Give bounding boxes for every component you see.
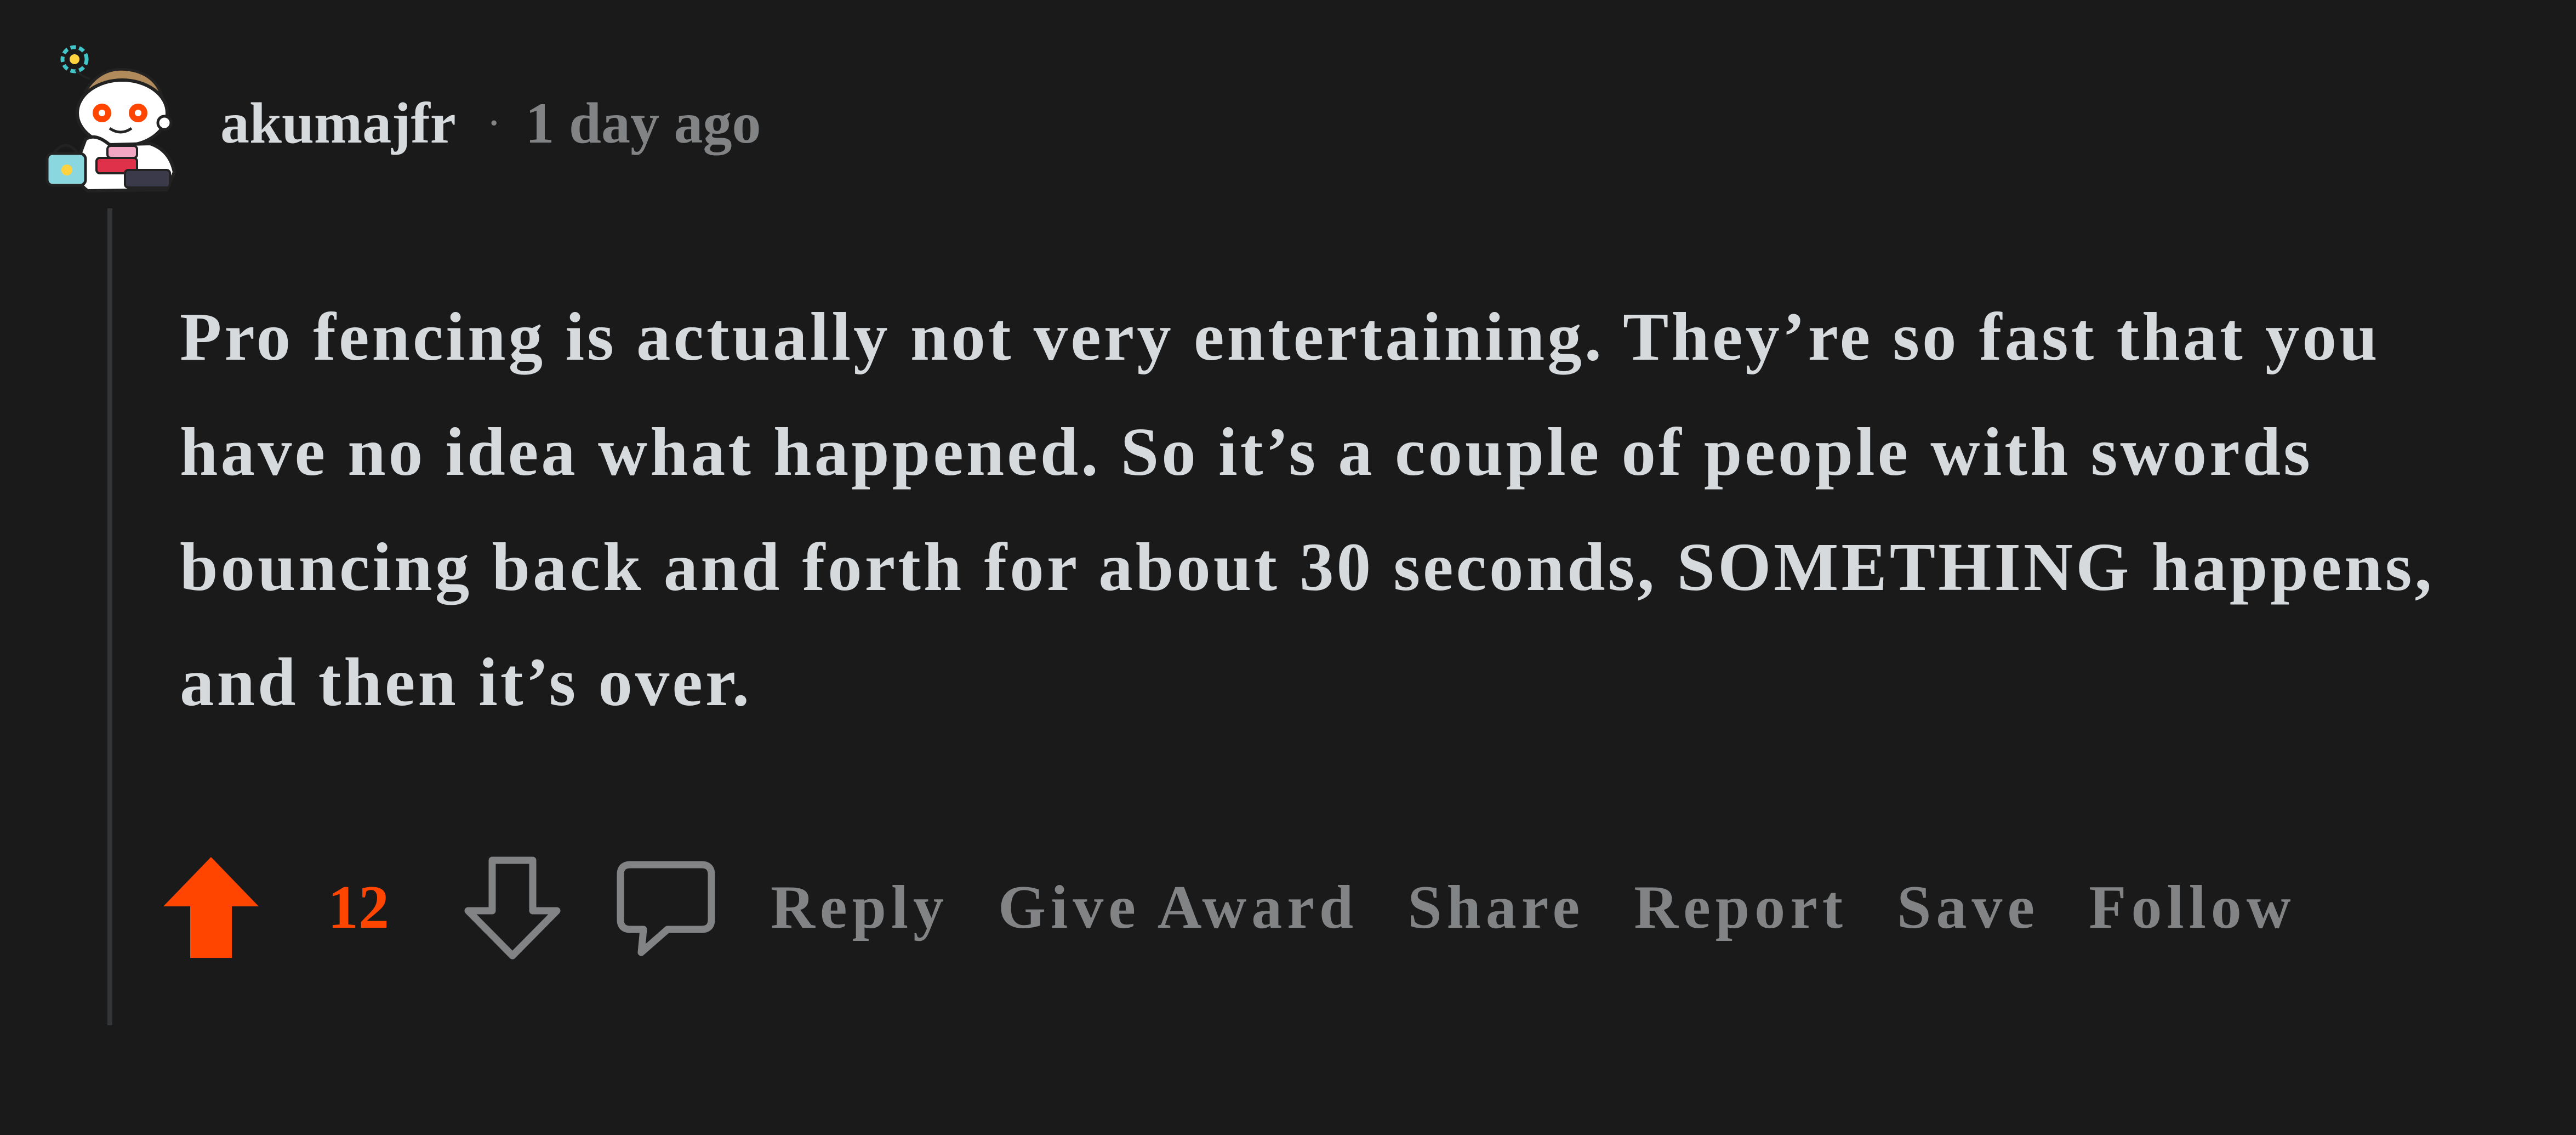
comment-meta: akumajfr · 1 day ago bbox=[220, 82, 761, 164]
report-button[interactable]: Report bbox=[1634, 872, 1848, 943]
follow-button[interactable]: Follow bbox=[2089, 872, 2296, 943]
user-avatar[interactable] bbox=[43, 43, 185, 196]
share-button[interactable]: Share bbox=[1407, 872, 1585, 943]
speech-bubble-icon bbox=[617, 861, 715, 956]
snoo-avatar-icon bbox=[45, 45, 176, 193]
thread-line[interactable] bbox=[107, 208, 112, 1025]
comment: akumajfr · 1 day ago Pro fencing is actu… bbox=[0, 0, 2576, 1135]
comment-action-bar: 12 Reply Give Award Share Report Save Fo… bbox=[159, 847, 2296, 968]
flower-icon bbox=[60, 45, 90, 80]
reply-button[interactable]: Reply bbox=[771, 872, 949, 943]
comment-timestamp[interactable]: 1 day ago bbox=[526, 90, 761, 157]
meta-separator: · bbox=[486, 99, 501, 147]
comment-body: Pro fencing is actually not very enterta… bbox=[180, 299, 2435, 720]
reply-icon-button[interactable] bbox=[614, 853, 718, 962]
save-button[interactable]: Save bbox=[1897, 872, 2039, 943]
downvote-button[interactable] bbox=[460, 853, 565, 962]
vote-score: 12 bbox=[328, 873, 389, 941]
username-link[interactable]: akumajfr bbox=[220, 90, 456, 157]
give-award-button[interactable]: Give Award bbox=[998, 872, 1358, 943]
upvote-button[interactable] bbox=[159, 853, 263, 962]
arrow-up-icon bbox=[163, 857, 259, 958]
arrow-down-icon bbox=[464, 856, 561, 960]
